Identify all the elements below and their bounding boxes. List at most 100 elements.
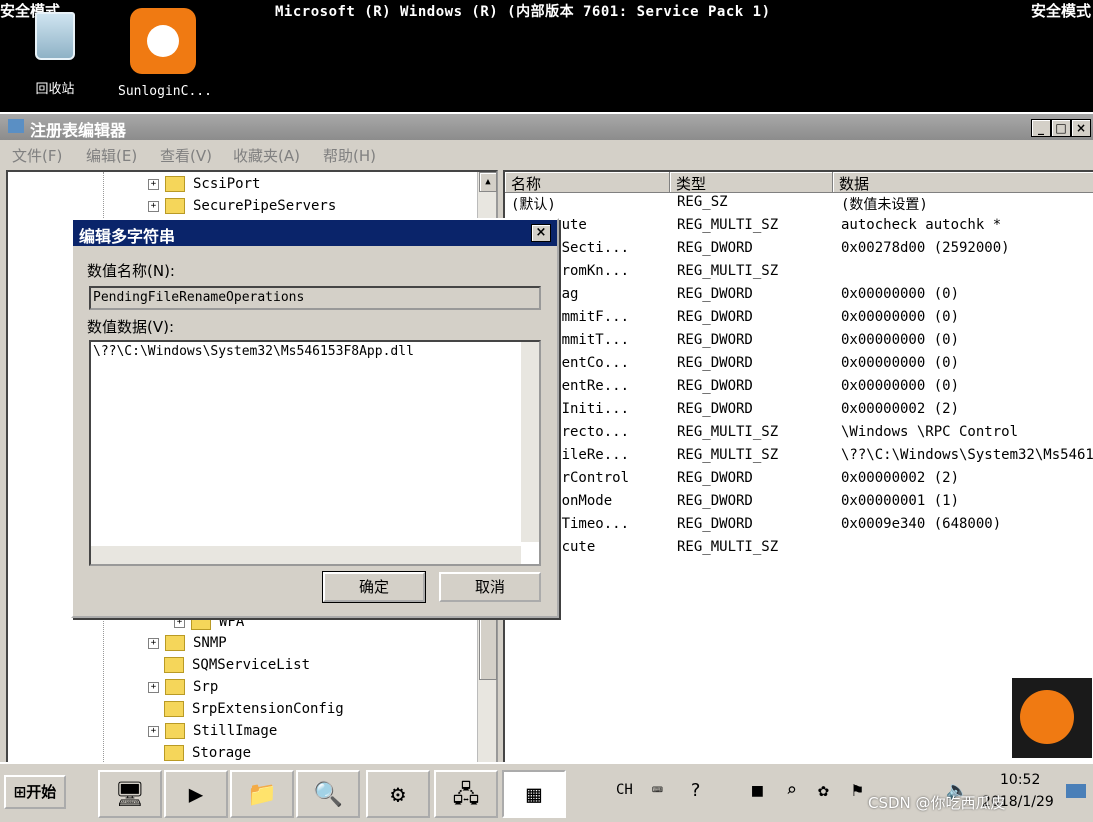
cell-data: 0x00278d00 (2592000) xyxy=(841,240,1010,256)
minimize-button[interactable]: _ xyxy=(1031,119,1051,137)
cell-data: 0x0009e340 (648000) xyxy=(841,516,1002,532)
tree-item[interactable]: SQMServiceList xyxy=(164,657,310,673)
clock-time[interactable]: 10:52 xyxy=(1000,772,1040,788)
tree-item[interactable]: + StillImage xyxy=(148,723,277,739)
table-row[interactable]: mberOfIniti... REG_DWORD 0x00000002 (2) xyxy=(505,401,1093,424)
menu-help[interactable]: 帮助(H) xyxy=(323,145,376,166)
regedit-titlebar[interactable]: 注册表编辑器 _ □ × xyxy=(0,114,1093,140)
scroll-up-arrow-icon[interactable]: ▲ xyxy=(479,172,497,192)
desktop-icon-label: 回收站 xyxy=(35,82,75,97)
textarea-vscroll[interactable] xyxy=(521,342,539,542)
menu-view[interactable]: 查看(V) xyxy=(160,145,212,166)
console-icon[interactable]: ■ xyxy=(752,780,763,801)
sunlogin-icon xyxy=(130,8,196,74)
table-row[interactable]: apDeCommitF... REG_DWORD 0x00000000 (0) xyxy=(505,309,1093,332)
table-row[interactable]: iticalSecti... REG_DWORD 0x00278d00 (25920… xyxy=(505,240,1093,263)
folder-icon xyxy=(165,176,185,192)
tree-item[interactable]: Storage xyxy=(164,745,251,761)
cancel-button[interactable]: 取消 xyxy=(439,572,541,602)
watermark: CSDN @你吃西瓜皮 xyxy=(868,794,1006,812)
textarea-hscroll[interactable] xyxy=(91,546,521,564)
table-row[interactable]: ndingFileRe... REG_MULTI_SZ \??\C:\Windows… xyxy=(505,447,1093,470)
network-tool-icon[interactable]: 🖧 xyxy=(434,770,498,818)
table-row[interactable]: obalFlagREG_DWORD0x00000000 (0) xyxy=(505,286,1093,309)
show-desktop-icon[interactable] xyxy=(1066,784,1086,798)
table-row[interactable]: sourceTimeo... REG_DWORD 0x0009e340 (64800… xyxy=(505,516,1093,539)
cell-type: REG_MULTI_SZ xyxy=(677,424,779,440)
value-name-field: PendingFileRenameOperations xyxy=(89,286,541,310)
table-row[interactable]: jectDirecto... REG_MULTI_SZ \Windows \RPC … xyxy=(505,424,1093,447)
server-manager-icon[interactable]: 🖥 xyxy=(98,770,162,818)
values-list-pane[interactable]: 名称 类型 数据 (默认)REG_SZ(数值未设置)otExecuteREG_M… xyxy=(503,170,1093,766)
search-magnifier-icon[interactable]: 🔍 xyxy=(296,770,360,818)
search-tray-icon[interactable]: ⌕ xyxy=(786,780,797,801)
help-icon[interactable]: ? xyxy=(690,780,701,801)
edit-multi-string-dialog: 编辑多字符串 × 数值名称(N): PendingFileRenameOpera… xyxy=(71,218,559,618)
table-row[interactable]: apDeCommitT... REG_DWORD 0x00000000 (0) xyxy=(505,332,1093,355)
language-indicator[interactable]: CH xyxy=(616,782,633,798)
menu-edit[interactable]: 编辑(E) xyxy=(86,145,137,166)
column-header-name[interactable]: 名称 xyxy=(505,172,670,193)
gear-app-icon[interactable]: ⚙ xyxy=(366,770,430,818)
cell-data: 0x00000002 (2) xyxy=(841,470,960,486)
sunlogin-icon xyxy=(1020,690,1074,744)
sunlogin-tray-icon[interactable]: ✿ xyxy=(818,780,829,801)
table-row[interactable]: tupExecuteREG_MULTI_SZ xyxy=(505,539,1093,562)
menu-file[interactable]: 文件(F) xyxy=(12,145,62,166)
taskbar: ⊞开始 🖥 ▶ 📁 🔍 ⚙ 🖧 ▦ CH ⌨ ? ■ ⌕ ✿ ⚑ 🔈 10:52… xyxy=(0,762,1093,822)
maximize-button[interactable]: □ xyxy=(1051,119,1071,137)
table-row[interactable]: otExecuteREG_MULTI_SZautocheck autochk * xyxy=(505,217,1093,240)
tree-item[interactable]: + Srp xyxy=(148,679,218,695)
table-row[interactable]: ocessorControl REG_DWORD 0x00000002 (2) xyxy=(505,470,1093,493)
table-row[interactable]: apSegmentCo... REG_DWORD 0x00000000 (0) xyxy=(505,355,1093,378)
tree-item[interactable]: SrpExtensionConfig xyxy=(164,701,344,717)
value-data-textarea[interactable]: \??\C:\Windows\System32\Ms546153F8App.dl… xyxy=(89,340,541,566)
column-header-data[interactable]: 数据 xyxy=(833,172,1093,193)
regedit-taskbar-icon[interactable]: ▦ xyxy=(502,770,566,818)
cell-type: REG_DWORD xyxy=(677,355,753,371)
tree-item[interactable]: + SecurePipeServers xyxy=(148,198,336,214)
cell-type: REG_DWORD xyxy=(677,309,753,325)
flag-icon[interactable]: ⚑ xyxy=(852,780,863,801)
cell-data: autocheck autochk * xyxy=(841,217,1002,233)
ok-button[interactable]: 确定 xyxy=(322,571,426,603)
cell-data: 0x00000001 (1) xyxy=(841,493,960,509)
cell-type: REG_DWORD xyxy=(677,493,753,509)
cell-data: \??\C:\Windows\System32\Ms54615 xyxy=(841,447,1093,463)
close-button[interactable]: × xyxy=(1071,119,1091,137)
powershell-icon[interactable]: ▶ xyxy=(164,770,228,818)
cell-data: (数值未设置) xyxy=(841,197,928,213)
folder-icon xyxy=(164,657,184,673)
value-data-text: \??\C:\Windows\System32\Ms546153F8App.dl… xyxy=(93,344,414,359)
cell-type: REG_DWORD xyxy=(677,401,753,417)
tree-item[interactable]: + SNMP xyxy=(148,635,227,651)
folder-icon xyxy=(164,745,184,761)
table-row[interactable]: (默认) REG_SZ (数值未设置) xyxy=(505,194,1093,217)
column-header-type[interactable]: 类型 xyxy=(670,172,833,193)
keyboard-icon[interactable]: ⌨ xyxy=(652,780,663,801)
value-name-label: 数值名称(N): xyxy=(87,262,175,280)
scroll-thumb[interactable] xyxy=(479,612,497,680)
start-button[interactable]: ⊞开始 xyxy=(4,775,66,809)
dialog-titlebar[interactable]: 编辑多字符串 × xyxy=(73,220,557,246)
desktop-icon-recycle-bin[interactable]: 回收站 xyxy=(10,8,100,97)
dialog-close-icon[interactable]: × xyxy=(531,224,551,242)
cell-type: REG_MULTI_SZ xyxy=(677,217,779,233)
table-row[interactable]: apSegmentRe... REG_DWORD 0x00000000 (0) xyxy=(505,378,1093,401)
desktop-icon-sunlogin[interactable]: SunloginC... xyxy=(118,8,212,99)
recycle-bin-icon xyxy=(35,12,75,60)
cell-type: REG_MULTI_SZ xyxy=(677,263,779,279)
sunlogin-floating-widget[interactable] xyxy=(1012,678,1092,758)
cell-data: 0x00000000 (0) xyxy=(841,309,960,325)
cell-data: 0x00000000 (0) xyxy=(841,332,960,348)
table-row[interactable]: otectionMode REG_DWORD 0x00000001 (1) xyxy=(505,493,1093,516)
folder-icon xyxy=(165,679,185,695)
explorer-folder-icon[interactable]: 📁 xyxy=(230,770,294,818)
cell-type: REG_DWORD xyxy=(677,378,753,394)
table-row[interactable]: cludeFromKn... REG_MULTI_SZ xyxy=(505,263,1093,286)
menu-favorites[interactable]: 收藏夹(A) xyxy=(233,145,300,166)
cell-type: REG_SZ xyxy=(677,194,728,210)
cell-data: 0x00000002 (2) xyxy=(841,401,960,417)
tree-item[interactable]: + ScsiPort xyxy=(148,176,260,192)
cell-name: (默认) xyxy=(511,197,556,213)
